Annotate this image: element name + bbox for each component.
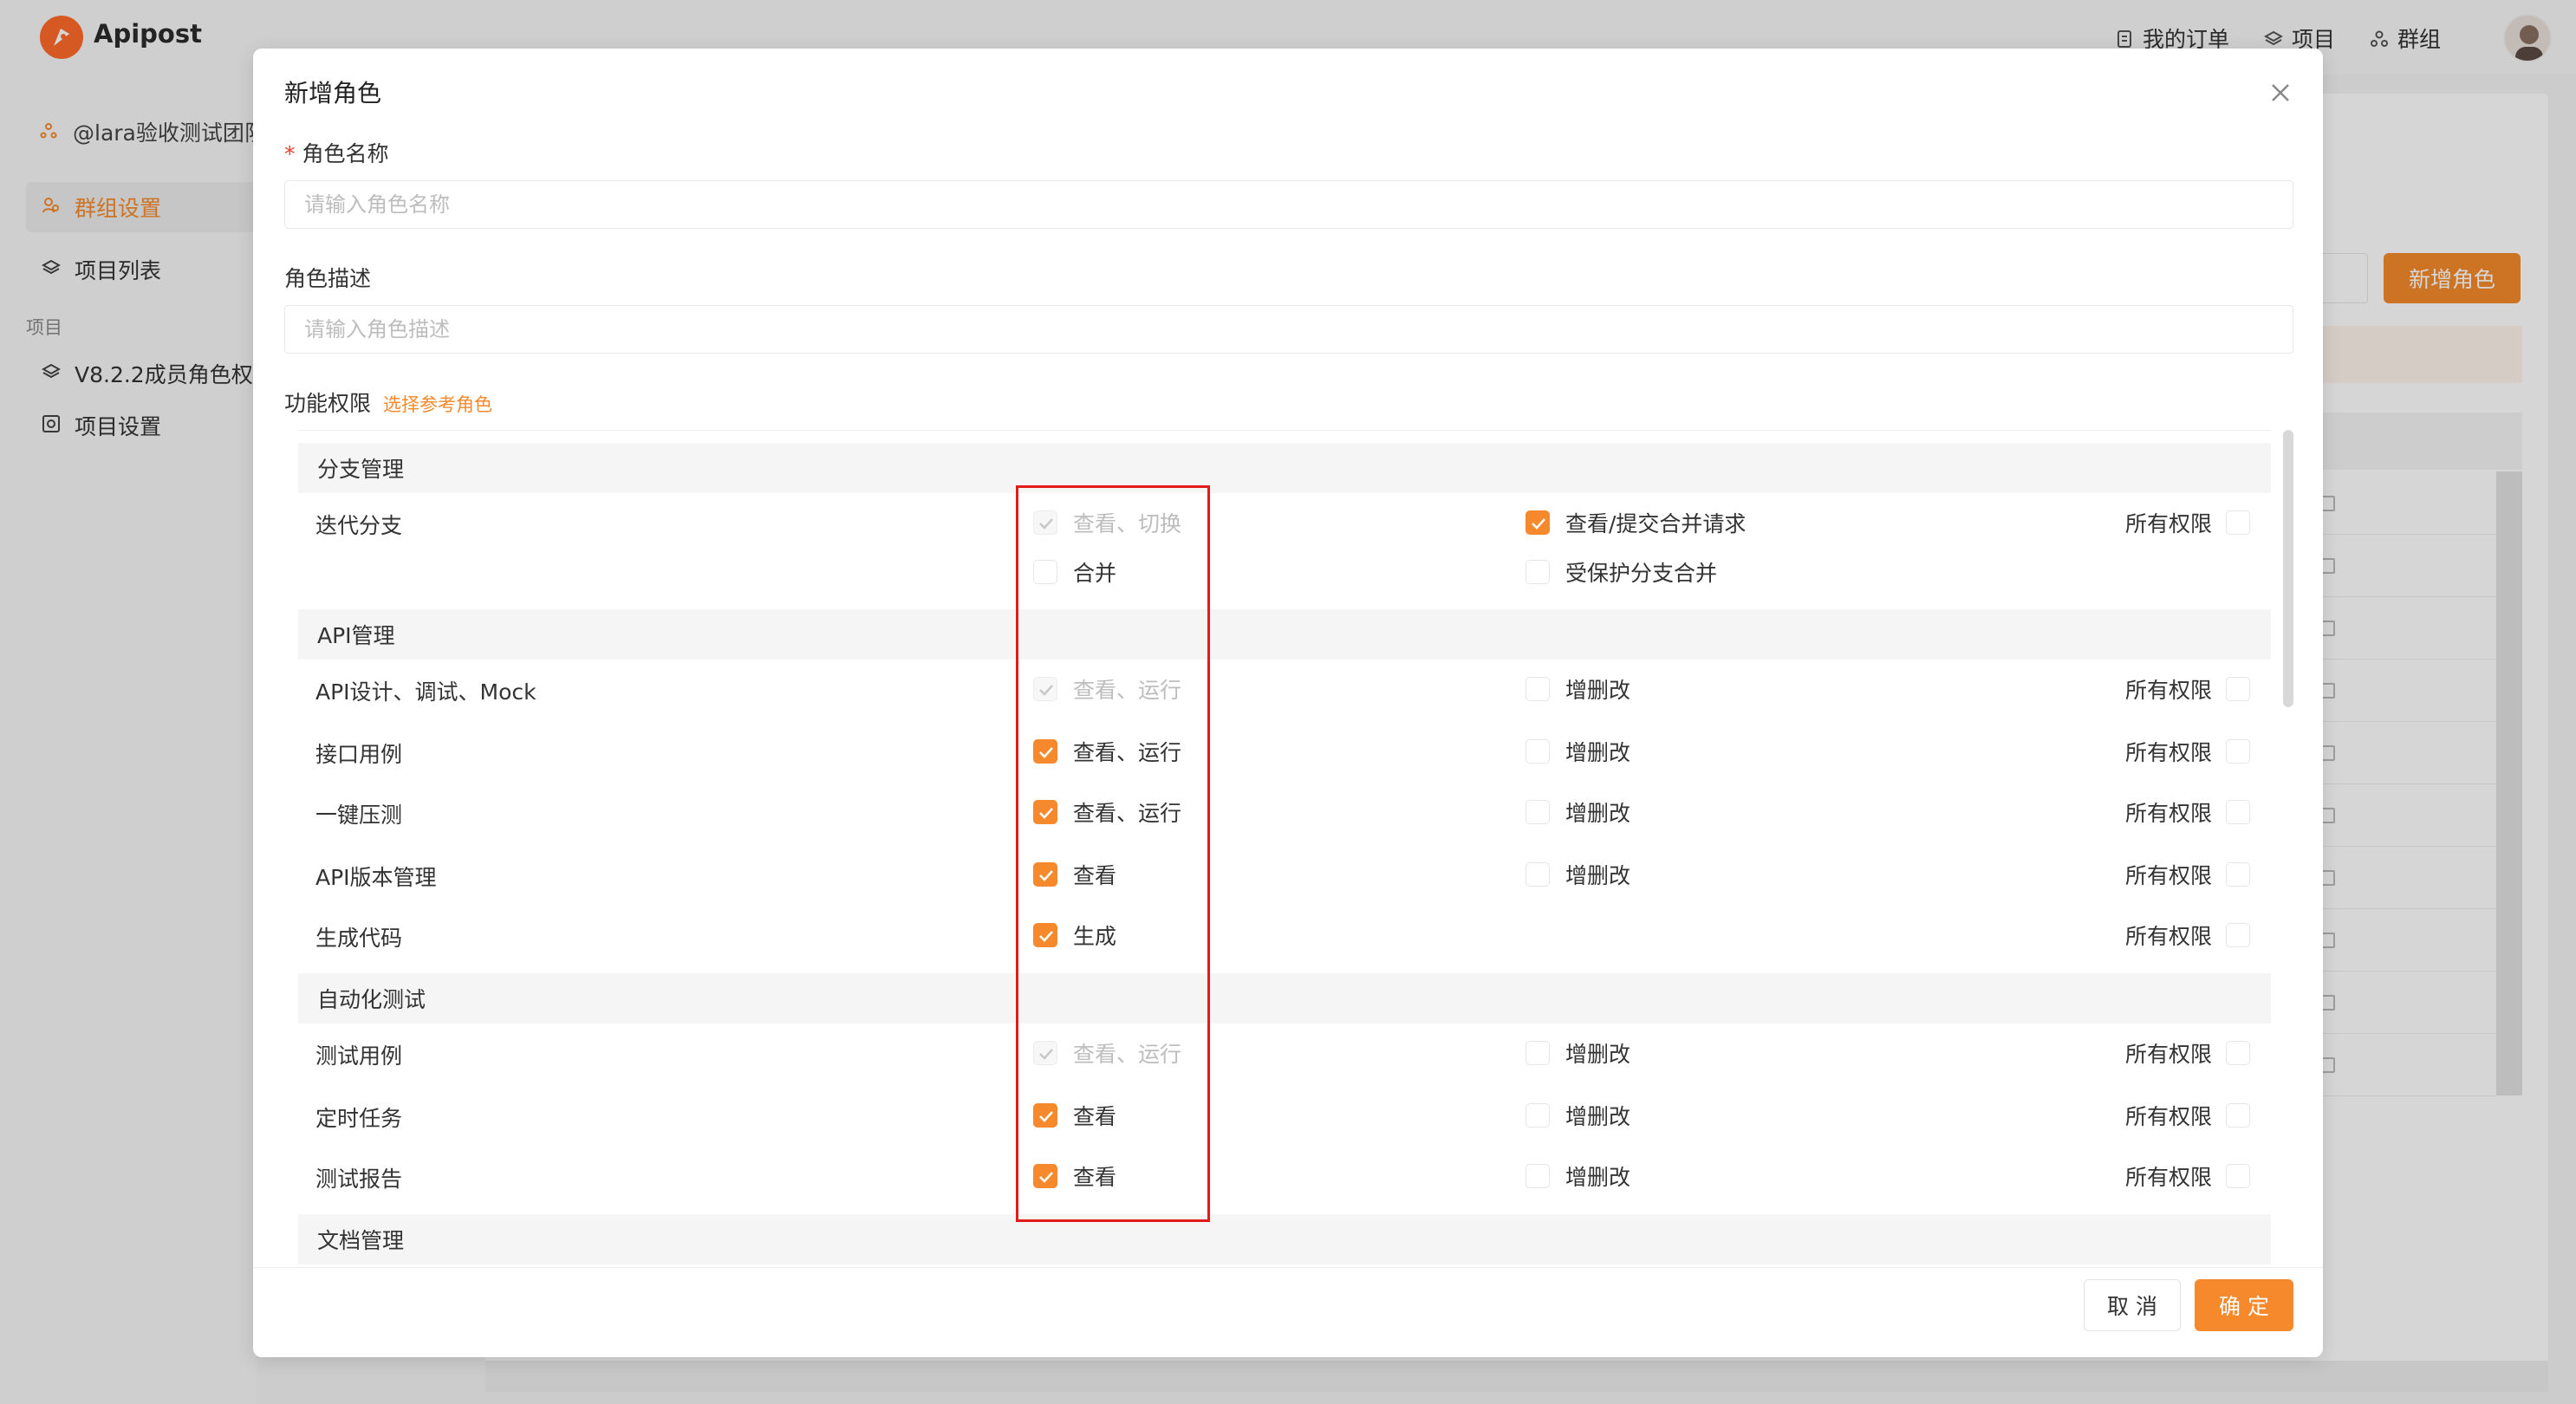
checkbox-unchecked[interactable] (2226, 1041, 2251, 1065)
role-name-label: * 角色名称 (284, 141, 389, 166)
perm-stress-edit[interactable]: 增删改 (1525, 796, 1630, 828)
checkbox-unchecked[interactable] (1525, 1041, 1550, 1065)
row-test-report: 测试报告 (315, 1167, 403, 1192)
checkbox-unchecked[interactable] (1525, 800, 1550, 824)
add-role-dialog: 新增角色 *角色名称 角色描述 功能权限选择参考角色 分支管理 迭代分支 查看、… (253, 49, 2323, 1357)
perm-api-version-edit[interactable]: 增删改 (1525, 859, 1630, 890)
row-generate-code: 生成代码 (315, 926, 403, 951)
checkbox-unchecked[interactable] (2226, 800, 2251, 824)
all-permissions-toggle[interactable]: 所有权限 (2125, 796, 2251, 828)
perm-branch-merge-request[interactable]: 查看/提交合并请求 (1525, 507, 1746, 538)
footer-divider (253, 1267, 2323, 1268)
checkbox-unchecked[interactable] (1525, 1164, 1550, 1188)
all-permissions-toggle[interactable]: 所有权限 (2125, 507, 2251, 538)
row-api-design: API设计、调试、Mock (315, 679, 537, 705)
checkbox-checked[interactable] (1525, 510, 1550, 535)
row-scheduled-task: 定时任务 (315, 1106, 403, 1131)
dialog-title: 新增角色 (284, 79, 382, 107)
checkbox-unchecked[interactable] (1525, 1103, 1550, 1128)
row-api-case: 接口用例 (315, 742, 403, 767)
section-docs: 文档管理 (298, 1214, 2271, 1264)
checkbox-unchecked[interactable] (1525, 677, 1550, 701)
perm-api-design-edit[interactable]: 增删改 (1525, 673, 1630, 705)
role-desc-input[interactable] (284, 305, 2293, 354)
row-stress-test: 一键压测 (315, 803, 403, 828)
role-name-input[interactable] (284, 180, 2293, 229)
all-permissions-toggle[interactable]: 所有权限 (2125, 673, 2251, 705)
checkbox-unchecked[interactable] (1525, 862, 1550, 887)
checkbox-unchecked[interactable] (2226, 1164, 2251, 1188)
all-permissions-toggle[interactable]: 所有权限 (2125, 1037, 2251, 1069)
all-permissions-toggle[interactable]: 所有权限 (2125, 736, 2251, 767)
section-branch: 分支管理 (298, 443, 2271, 493)
section-api: API管理 (298, 609, 2271, 660)
checkbox-unchecked[interactable] (2226, 510, 2251, 535)
row-test-case: 测试用例 (315, 1043, 403, 1069)
perm-test-report-edit[interactable]: 增删改 (1525, 1160, 1630, 1192)
perm-api-case-edit[interactable]: 增删改 (1525, 736, 1630, 767)
perm-branch-protected-merge[interactable]: 受保护分支合并 (1525, 556, 1717, 588)
all-permissions-toggle[interactable]: 所有权限 (2125, 1160, 2251, 1192)
permission-table: 分支管理 迭代分支 查看、切换 合并 查看/提交合并请求 受保护分支合并 所有权… (298, 430, 2271, 1267)
perm-scheduled-edit[interactable]: 增删改 (1525, 1100, 1630, 1131)
cancel-button[interactable]: 取 消 (2084, 1279, 2181, 1331)
checkbox-unchecked[interactable] (1525, 560, 1550, 584)
checkbox-unchecked[interactable] (2226, 1103, 2251, 1128)
role-desc-label: 角色描述 (284, 266, 372, 291)
checkbox-unchecked[interactable] (1525, 739, 1550, 764)
required-mark: * (284, 141, 296, 166)
all-permissions-toggle[interactable]: 所有权限 (2125, 859, 2251, 890)
permissions-label: 功能权限 选择参考角色 (284, 391, 493, 416)
perm-test-case-edit[interactable]: 增删改 (1525, 1037, 1630, 1069)
row-iteration-branch: 迭代分支 (315, 513, 403, 538)
row-api-version: API版本管理 (315, 865, 437, 890)
permission-scrollbar[interactable] (2283, 430, 2293, 707)
highlight-annotation-box (1016, 485, 1210, 1222)
checkbox-unchecked[interactable] (2226, 862, 2251, 887)
checkbox-unchecked[interactable] (2226, 677, 2251, 701)
close-icon[interactable] (2266, 78, 2295, 107)
all-permissions-toggle[interactable]: 所有权限 (2125, 1100, 2251, 1131)
confirm-button[interactable]: 确 定 (2195, 1279, 2293, 1331)
section-automation: 自动化测试 (298, 973, 2271, 1024)
all-permissions-toggle[interactable]: 所有权限 (2125, 920, 2251, 951)
checkbox-unchecked[interactable] (2226, 923, 2251, 947)
checkbox-unchecked[interactable] (2226, 739, 2251, 764)
select-reference-role-link[interactable]: 选择参考角色 (383, 394, 492, 415)
